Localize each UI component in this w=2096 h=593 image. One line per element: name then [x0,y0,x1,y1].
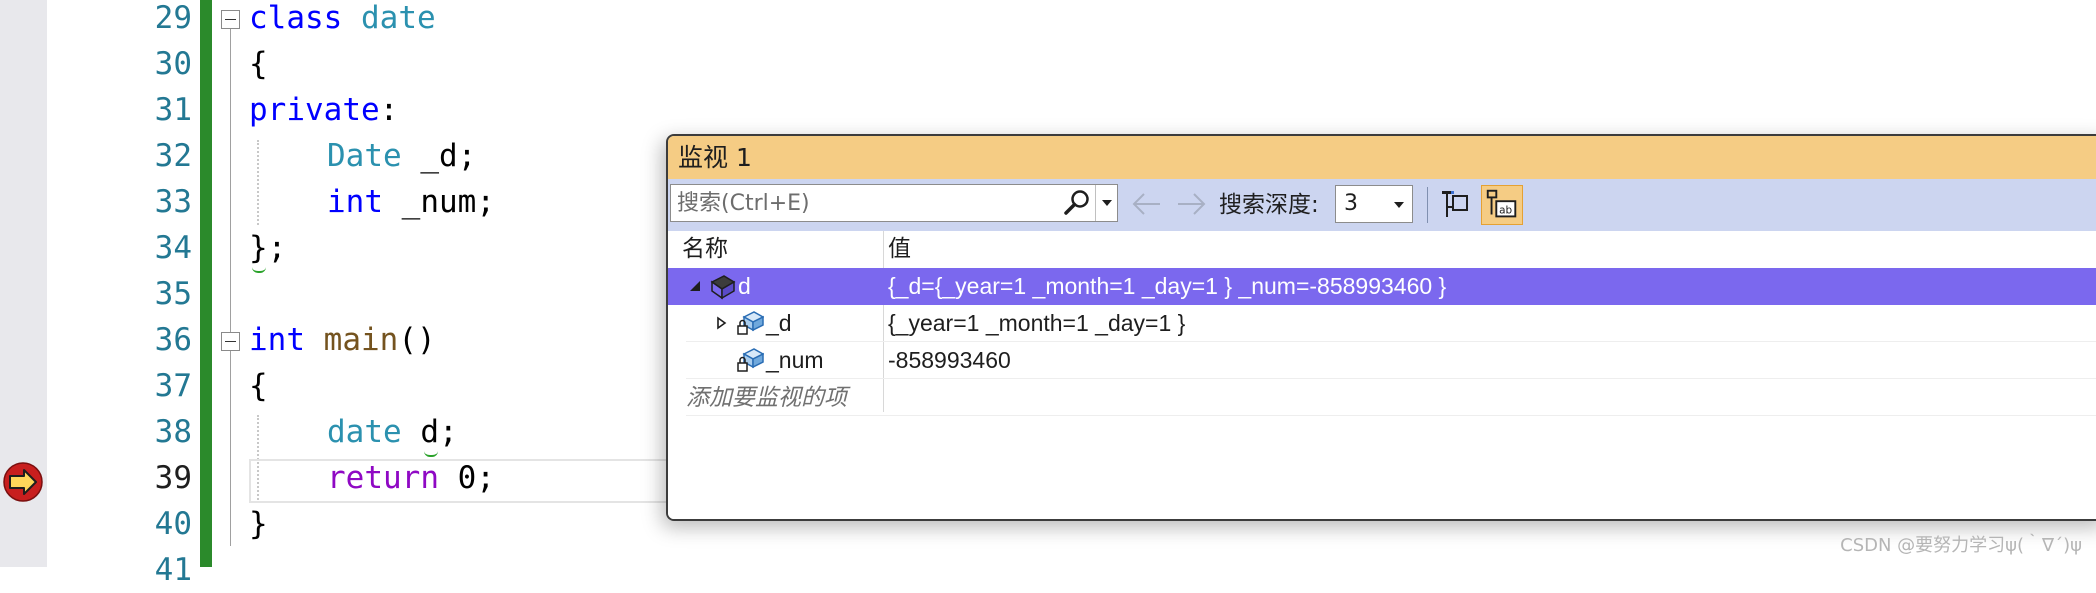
watch-value[interactable]: {_year=1 _month=1 _day=1 } [888,305,1185,342]
collapse-class-toggle[interactable] [221,10,240,29]
search-depth-select[interactable]: 3 [1335,185,1413,223]
keyword: return [327,460,439,496]
search-depth-label: 搜索深度: [1219,192,1319,218]
watch-title-bar[interactable]: 监视 1 [668,136,2096,179]
chevron-down-icon [1102,200,1112,206]
search-previous-arrow-icon[interactable] [1130,189,1164,219]
code-line-37: { [249,368,268,404]
change-tracking-bar [200,0,212,567]
toolbar-separator [1427,187,1428,223]
row-divider [686,415,2096,416]
watch-grid[interactable]: 名称 值 d {_d={_year=1 _month=1 _day=1 } _n… [668,231,2096,519]
add-watch-item-placeholder[interactable]: 添加要监视的项 [686,379,847,416]
line-number: 40 [154,506,192,542]
current-line-number: 39 [154,460,192,496]
function-name: main [323,322,399,358]
warning-squiggle [252,265,266,273]
collapsed-arrow-icon[interactable] [714,316,728,330]
code-line-40: } [249,506,268,542]
line-number: 34 [154,230,192,266]
search-next-arrow-icon[interactable] [1174,189,1208,219]
watch-window[interactable]: 监视 1 搜索深度: 3 [666,134,2096,521]
code-text: () [398,322,436,358]
watch-name: d [738,273,751,299]
hexadecimal-display-toggle[interactable]: ab [1481,185,1523,225]
keyword: int [249,322,305,358]
search-input[interactable] [677,188,1057,218]
keyword: class [249,0,343,36]
watch-name: _d [766,310,792,336]
keyword: private [249,92,380,128]
line-number: 29 [154,0,192,36]
pin-icon[interactable] [1437,187,1473,223]
watermark: CSDN @要努力学习ψ(｀∇´)ψ [1840,535,2082,556]
line-number: 36 [154,322,192,358]
svg-text:ab: ab [1499,205,1512,217]
line-number: 38 [154,414,192,450]
code-line-30: { [249,46,268,82]
code-line-36: int main() [249,317,436,363]
hex-icon: ab [1486,189,1517,218]
type-name: Date [327,138,402,174]
search-box[interactable] [670,184,1118,222]
private-member-icon [737,311,764,335]
line-number: 31 [154,92,192,128]
name-column-header[interactable]: 名称 [682,231,728,268]
watch-value[interactable]: -858993460 [888,342,1011,379]
code-text: 0; [438,460,495,496]
watch-row-d[interactable]: d {_d={_year=1 _month=1 _day=1 } _num=-8… [668,268,2096,305]
value-column-header[interactable]: 值 [888,231,911,268]
keyword: int [327,184,383,220]
line-number: 41 [154,552,192,588]
private-member-icon [737,348,764,372]
line-number: 37 [154,368,192,404]
indent-guide [257,140,259,225]
punctuation: : [379,92,399,128]
code-line-33: int _num; [327,179,495,225]
search-depth-value: 3 [1344,191,1358,216]
type-name: date [327,414,402,450]
line-number: 35 [154,276,192,312]
watch-row-d-member[interactable]: _d {_year=1 _month=1 _day=1 } [668,305,2096,342]
search-options-dropdown[interactable] [1095,185,1118,221]
line-number: 32 [154,138,192,174]
line-number: 30 [154,46,192,82]
watch-row-num[interactable]: _num -858993460 [668,342,2096,379]
add-watch-row[interactable]: 添加要监视的项 [668,379,2096,416]
chevron-down-icon [1394,202,1404,208]
expanded-arrow-icon[interactable] [688,279,702,293]
class-name: date [361,0,436,36]
line-number-gutter: 29 30 31 32 33 34 35 36 37 38 39 40 41 [47,0,197,588]
watch-value[interactable]: {_d={_year=1 _month=1 _day=1 } _num=-858… [888,268,1446,305]
code-text: _num; [383,184,495,220]
fold-line [230,29,231,546]
watch-title: 监视 1 [678,143,752,172]
watch-name: _num [766,347,824,373]
code-line-38: date d; [327,409,458,455]
current-statement-arrow-icon [3,462,43,502]
line-number: 33 [154,184,192,220]
object-icon [710,275,736,300]
code-text: _d; [401,138,477,174]
code-line-31: private: [249,87,398,133]
collapse-main-toggle[interactable] [221,332,240,351]
code-line-39: return 0; [327,455,495,501]
code-line-32: Date _d; [327,133,476,179]
code-text: d; [401,414,458,450]
watch-toolbar: 搜索深度: 3 ab [668,179,2096,231]
code-line-29: class date [249,0,436,41]
search-icon[interactable] [1062,188,1092,218]
